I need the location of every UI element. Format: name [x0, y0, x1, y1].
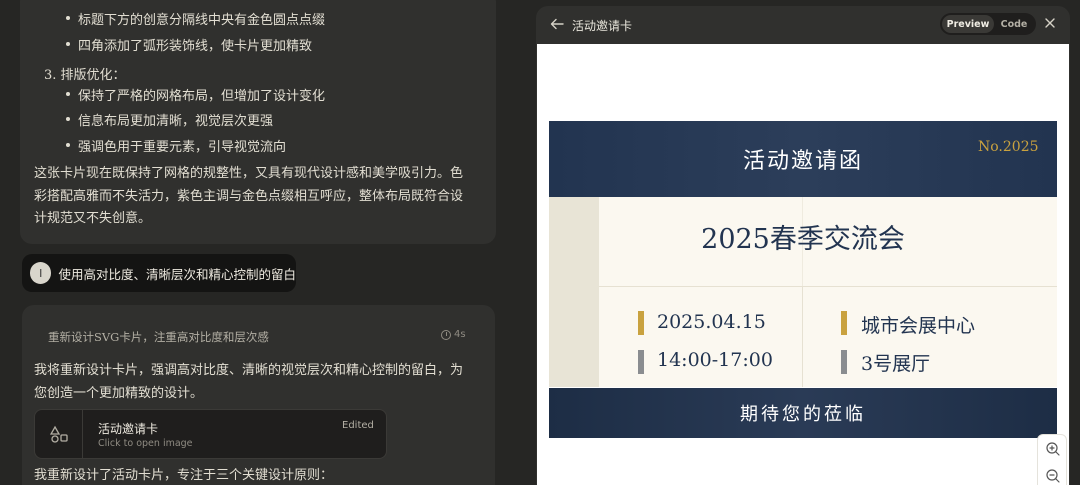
event-venue: 城市会展中心 [861, 315, 976, 337]
grid-divider [802, 286, 803, 387]
list-item: 信息布局更加清晰，视觉层次更强 [65, 110, 273, 129]
user-message-text: 使用高对比度、清晰层次和精心控制的留白 [58, 266, 296, 282]
invitation-header: 活动邀请函 No.2025 [549, 121, 1057, 197]
hall-marker [841, 350, 847, 374]
tab-preview[interactable]: Preview [942, 15, 994, 33]
zoom-controls [1037, 434, 1067, 485]
invitation-title: 活动邀请函 [742, 149, 863, 174]
artifact-card[interactable]: 活动邀请卡 Click to open image Edited [34, 409, 387, 459]
panel-title: 活动邀请卡 [572, 19, 633, 33]
event-time: 14:00-17:00 [657, 349, 773, 371]
summary-paragraph: 这张卡片现在既保持了网格的规整性，又具有现代设计感和美学吸引力。色彩搭配高雅而不… [34, 166, 464, 226]
close-icon[interactable] [1042, 15, 1058, 31]
event-date: 2025.04.15 [657, 311, 766, 333]
clock-icon [441, 329, 451, 340]
invitation-body: 2025春季交流会 2025.04.15 14:00-17:00 城市会展中心 … [549, 197, 1057, 387]
list-item: 保持了严格的网格布局，但增加了设计变化 [65, 85, 325, 104]
avatar: I [30, 262, 52, 284]
event-name: 2025春季交流会 [701, 224, 905, 255]
view-toggle: Preview Code [940, 13, 1036, 35]
shapes-icon [35, 410, 83, 458]
arrow-left-icon[interactable] [548, 15, 566, 33]
artifact-title: 活动邀请卡 [98, 422, 159, 436]
grid-divider [599, 286, 1057, 287]
artifact-subtitle: Click to open image [98, 438, 193, 449]
time-marker [638, 350, 644, 374]
preview-canvas: 活动邀请函 No.2025 2025春季交流会 2025.04.15 14:00… [537, 44, 1069, 485]
thinking-time: 4s [454, 329, 466, 340]
thinking-duration: 4s [441, 329, 466, 340]
list-item: 四角添加了弧形装饰线，使卡片更加精致 [65, 35, 312, 54]
user-message: I 使用高对比度、清晰层次和精心控制的留白 [22, 254, 296, 292]
artifact-panel: 活动邀请卡 Preview Code 活动邀请函 No.2025 2025春季交… [536, 6, 1070, 485]
event-hall: 3号展厅 [861, 353, 931, 375]
invitation-number: No.2025 [978, 139, 1039, 155]
artifact-status: Edited [342, 420, 374, 431]
zoom-in-icon[interactable] [1045, 441, 1061, 457]
response-intro: 我将重新设计卡片，强调高对比度、清晰的视觉层次和精心控制的留白，为您创造一个更加… [34, 363, 464, 401]
panel-header: 活动邀请卡 Preview Code [536, 6, 1070, 44]
list-item: 标题下方的创意分隔线中央有金色圆点点缀 [65, 9, 325, 28]
thinking-summary[interactable]: 重新设计SVG卡片，注重高对比度和层次感 [48, 329, 269, 345]
response-outro: 我重新设计了活动卡片，专注于三个关键设计原则： [34, 468, 334, 483]
zoom-out-icon[interactable] [1045, 468, 1061, 484]
invitation-footer: 期待您的莅临 [549, 388, 1057, 438]
chat-pane: 标题下方的创意分隔线中央有金色圆点点缀 四角添加了弧形装饰线，使卡片更加精致 3… [0, 0, 520, 485]
tab-code[interactable]: Code [994, 15, 1034, 33]
section-heading: 3. 排版优化： [44, 68, 126, 83]
list-item: 强调色用于重要元素，引导视觉流向 [65, 136, 286, 155]
decorative-strip [549, 197, 599, 387]
date-marker [638, 311, 644, 335]
venue-marker [841, 311, 847, 335]
